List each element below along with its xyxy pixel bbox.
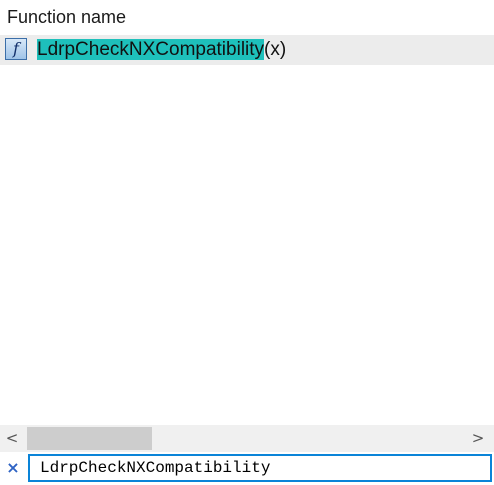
column-header[interactable]: Function name [0, 0, 494, 32]
function-icon-glyph: f [13, 39, 19, 58]
filter-input[interactable] [28, 454, 492, 482]
horizontal-scrollbar[interactable]: < > [0, 425, 494, 452]
function-entry-text: LdrpCheckNXCompatibility(x) [37, 37, 286, 63]
function-name-column-title: Function name [7, 7, 127, 27]
scrollbar-thumb[interactable] [27, 427, 152, 450]
function-icon: f [5, 38, 27, 60]
clear-filter-icon[interactable]: × [3, 458, 23, 478]
list-item[interactable]: f LdrpCheckNXCompatibility(x) [0, 35, 494, 65]
function-suffix: (x) [264, 39, 287, 60]
match-highlight: LdrpCheckNXCompatibility [37, 39, 265, 60]
scroll-left-arrow-icon[interactable]: < [0, 425, 24, 452]
quick-filter-bar: × [0, 452, 494, 485]
function-list[interactable]: f LdrpCheckNXCompatibility(x) [0, 32, 494, 425]
scroll-right-arrow-icon[interactable]: > [466, 425, 490, 452]
